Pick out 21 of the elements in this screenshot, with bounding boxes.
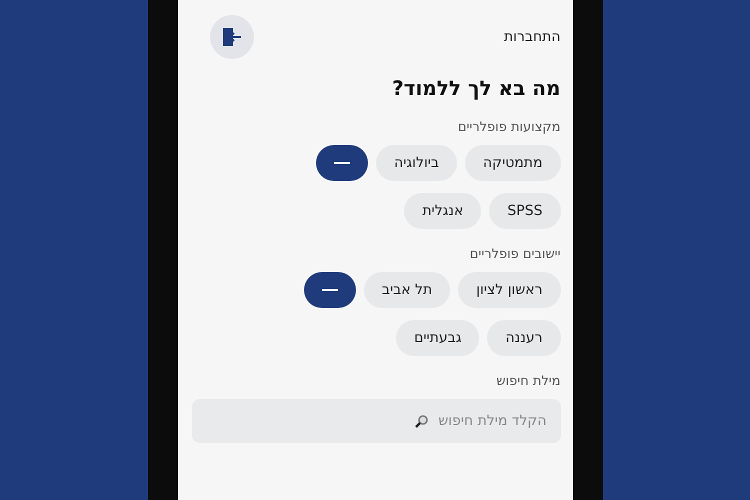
chip-button[interactable]: ראשון לציון bbox=[458, 272, 560, 308]
collapse-button[interactable] bbox=[316, 145, 368, 181]
collapse-button[interactable] bbox=[304, 272, 356, 308]
chip-button[interactable]: תל אביב bbox=[364, 272, 450, 308]
chip-button[interactable]: רעננה bbox=[487, 320, 560, 356]
minus-icon bbox=[334, 161, 350, 165]
exit-door-icon bbox=[220, 27, 242, 47]
chip-button[interactable]: מתמטיקה bbox=[464, 145, 560, 181]
page-title: מה בא לך ללמוד? bbox=[391, 76, 560, 100]
chip-button[interactable]: אנגלית bbox=[404, 193, 482, 229]
section-label: יישובים פופלריים bbox=[468, 247, 560, 262]
search-field[interactable]: הקלד מילת חיפוש bbox=[192, 399, 560, 443]
chip-button[interactable]: SPSS bbox=[489, 193, 560, 229]
section-label: מקצועות פופלריים bbox=[456, 120, 560, 135]
chip-button[interactable]: ביולוגיה bbox=[376, 145, 457, 181]
chip-button[interactable]: גבעתיים bbox=[396, 320, 480, 356]
login-label: התחברות bbox=[504, 29, 560, 45]
search-label: מילת חיפוש bbox=[495, 374, 560, 389]
logout-button[interactable] bbox=[210, 15, 254, 59]
minus-icon bbox=[322, 288, 338, 292]
search-icon bbox=[414, 414, 428, 428]
